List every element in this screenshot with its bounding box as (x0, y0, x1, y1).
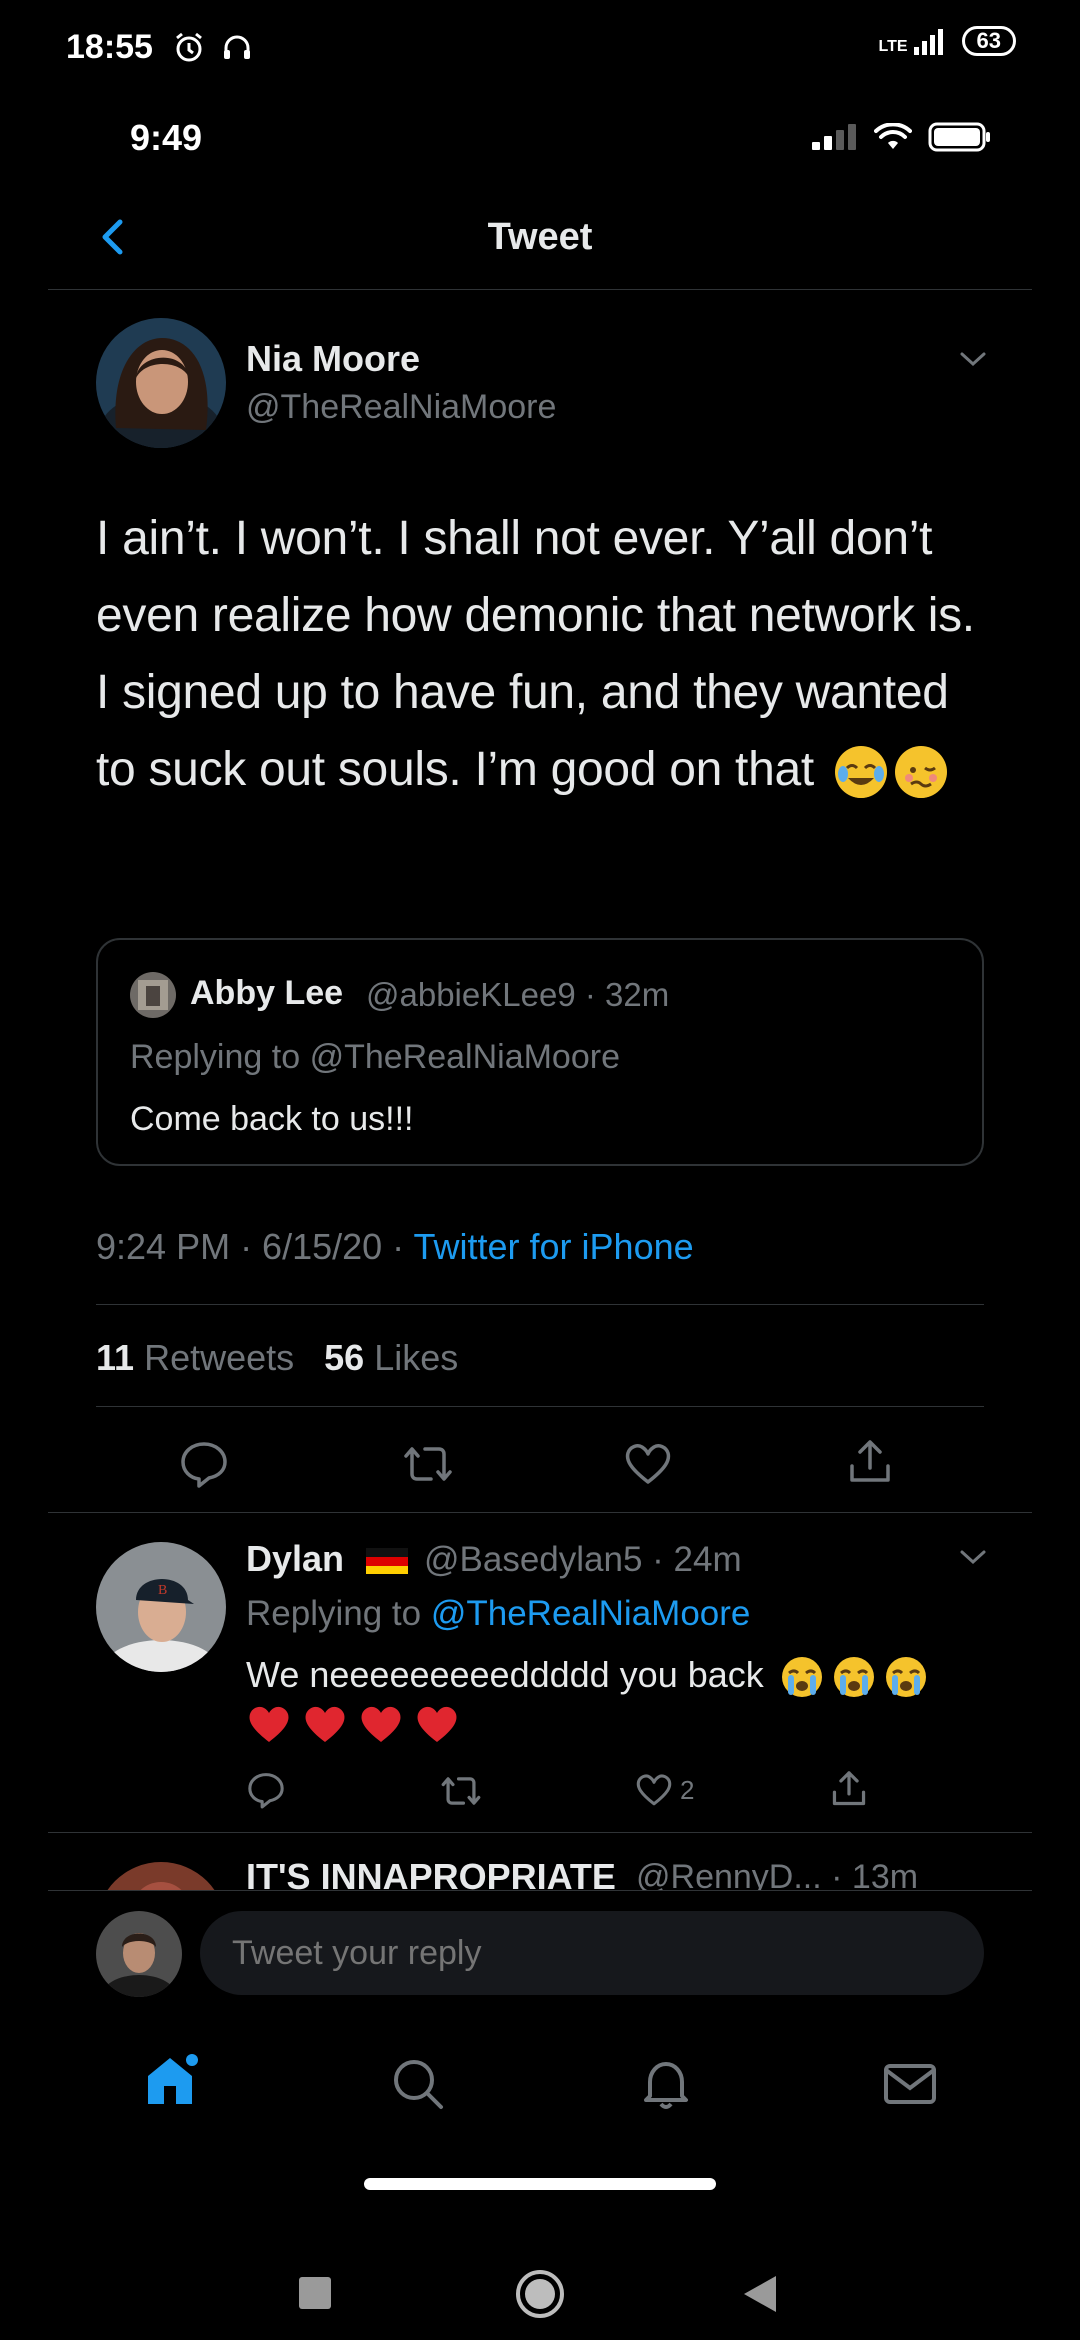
tweet-timestamp: 9:24 PM · 6/15/20 · Twitter for iPhone (96, 1226, 694, 1267)
android-clock: 18:55 (66, 28, 153, 66)
retweets-stat[interactable]: 11 Retweets (96, 1337, 294, 1378)
chevron-down-icon[interactable] (956, 342, 990, 376)
reply-actions: 2 (246, 1766, 886, 1816)
android-nav-bar (0, 2240, 1080, 2340)
reply-author-avatar[interactable] (96, 1862, 226, 1890)
ios-signal-icon (812, 124, 856, 150)
quoted-author-avatar (130, 972, 176, 1018)
ios-battery-icon (928, 122, 990, 152)
author-avatar[interactable] (96, 318, 226, 448)
home-indicator[interactable] (364, 2178, 716, 2190)
headphones-icon (224, 35, 250, 59)
reply-author-name[interactable]: Dylan (246, 1538, 409, 1580)
divider (96, 1406, 984, 1407)
reply-icon[interactable] (178, 1438, 230, 1490)
alarm-icon (176, 32, 202, 62)
loudly-crying-face-icon (832, 1655, 876, 1699)
notifications-bell-icon[interactable] (636, 2054, 696, 2114)
search-icon[interactable] (388, 2054, 448, 2114)
quoted-replying-to: Replying to @TheRealNiaMoore (130, 1038, 620, 1076)
retweet-icon[interactable] (402, 1438, 454, 1490)
quoted-author-name: Abby Lee (190, 974, 344, 1012)
red-heart-icon (361, 1706, 401, 1742)
reply-author-meta[interactable]: @RennyD... · 13m (636, 1858, 918, 1890)
tweet-actions (96, 1430, 984, 1500)
like-icon[interactable] (622, 1438, 674, 1490)
android-status-bar: 18:55 LTE 63 (0, 0, 1080, 100)
home-icon[interactable] (142, 2050, 202, 2110)
like-icon (636, 1774, 672, 1806)
retweet-icon[interactable] (440, 1770, 482, 1812)
divider (96, 1304, 984, 1305)
tweet-stats: 11 Retweets 56 Likes (96, 1337, 458, 1379)
reply-author-meta[interactable]: @Basedylan5 · 24m (424, 1540, 742, 1580)
reply-author-name[interactable]: IT'S INNAPROPRIATE (246, 1856, 616, 1890)
germany-flag-icon (366, 1548, 409, 1575)
reply-author-avatar[interactable]: B (96, 1542, 226, 1672)
svg-text:B: B (158, 1583, 167, 1598)
author-handle[interactable]: @TheRealNiaMoore (246, 388, 556, 427)
network-type: LTE (878, 38, 908, 55)
reply-compose-bar (48, 1890, 1032, 2020)
ios-clock: 9:49 (130, 117, 203, 158)
reply-like-button[interactable]: 2 (634, 1770, 694, 1810)
page-title: Tweet (487, 216, 593, 258)
tweet-body: I ain’t. I won’t. I shall not ever. Y’al… (96, 500, 996, 808)
quoted-tweet[interactable]: Abby Lee @abbieKLee9 · 32m Replying to @… (96, 938, 984, 1166)
messages-envelope-icon[interactable] (880, 2054, 940, 2114)
reply-replying-to: Replying to @TheRealNiaMoore (246, 1594, 751, 1633)
loudly-crying-face-icon (884, 1655, 928, 1699)
reply-icon[interactable] (246, 1770, 286, 1810)
loudly-crying-face-icon (780, 1655, 824, 1699)
red-heart-icon (249, 1706, 289, 1742)
reply-text: We neeeeeeeeeddddd you back (246, 1650, 986, 1700)
woozy-face-icon (894, 746, 947, 799)
face-with-tears-of-joy-icon (834, 746, 887, 799)
recent-apps-icon[interactable] (298, 2276, 332, 2310)
replying-to-handle-link[interactable]: @TheRealNiaMoore (431, 1594, 751, 1633)
red-heart-icon (305, 1706, 345, 1742)
divider (48, 1832, 1032, 1833)
tweet-header: Tweet (48, 190, 1032, 290)
quoted-text: Come back to us!!! (130, 1100, 414, 1138)
chevron-down-icon[interactable] (956, 1540, 990, 1574)
cell-signal-icon (913, 29, 943, 55)
likes-stat[interactable]: 56 Likes (324, 1337, 458, 1378)
back-triangle-icon[interactable] (742, 2274, 780, 2314)
user-avatar[interactable] (96, 1911, 182, 1997)
battery-level: 63 (961, 26, 1016, 56)
red-heart-icon (417, 1706, 457, 1742)
wifi-icon (874, 123, 912, 149)
quoted-author-meta: @abbieKLee9 · 32m (366, 976, 670, 1013)
share-icon[interactable] (828, 1768, 870, 1810)
like-count: 2 (680, 1774, 695, 1805)
bottom-tab-bar (0, 2020, 1080, 2120)
tweet-source-link[interactable]: Twitter for iPhone (414, 1226, 694, 1267)
author-name[interactable]: Nia Moore (246, 338, 420, 380)
red-hearts-row (246, 1702, 460, 1744)
reply-input[interactable] (200, 1911, 984, 1995)
share-icon[interactable] (844, 1436, 896, 1488)
divider (48, 1512, 1032, 1513)
home-circle-icon[interactable] (514, 2268, 566, 2320)
